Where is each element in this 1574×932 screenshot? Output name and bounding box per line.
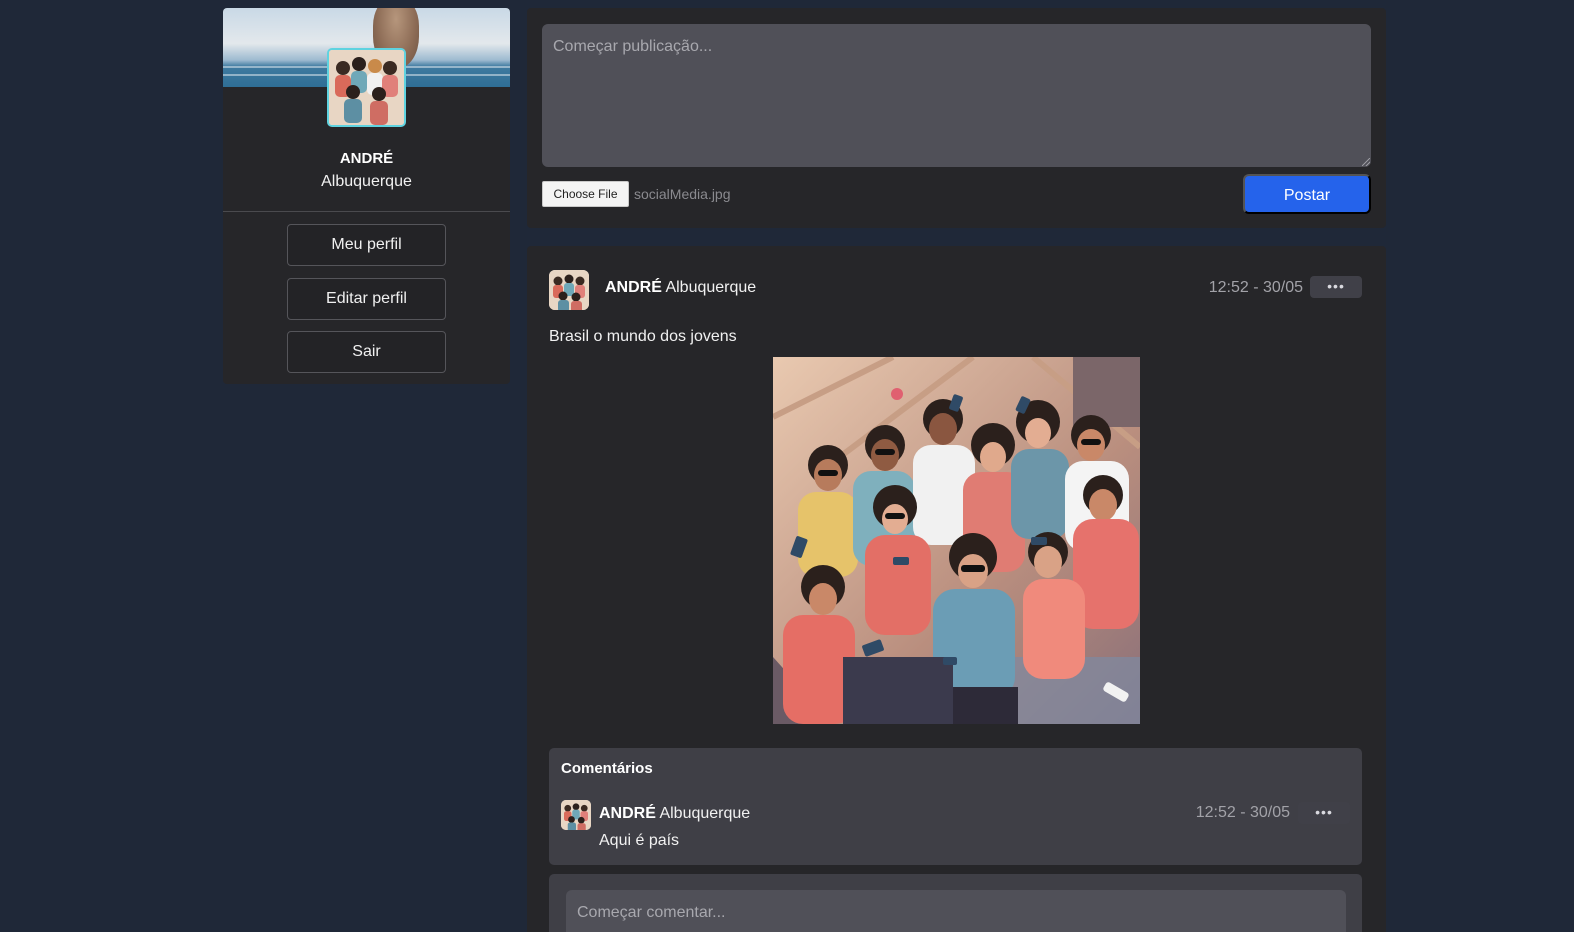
resize-handle-icon[interactable]	[1362, 158, 1370, 166]
profile-avatar[interactable]	[327, 48, 406, 127]
post-text: Brasil o mundo dos jovens	[549, 328, 737, 345]
profile-first-name: ANDRÉ	[339, 150, 394, 167]
my-profile-button[interactable]: Meu perfil	[287, 224, 446, 266]
post-text-input[interactable]: Começar publicação...	[542, 24, 1371, 167]
post-card: ANDRÉ Albuquerque 12:52 - 30/05 ••• Bras…	[527, 246, 1386, 932]
comments-title: Comentários	[561, 760, 653, 777]
comment-input[interactable]: Começar comentar...	[566, 890, 1346, 932]
post-author-first-name: ANDRÉ	[605, 279, 662, 296]
profile-card: ANDRÉ Albuquerque Meu perfil Editar perf…	[223, 8, 510, 384]
post-button[interactable]: Postar	[1243, 174, 1371, 214]
comment-author-name[interactable]: ANDRÉ Albuquerque	[599, 805, 750, 823]
post-composer: Começar publicação... Choose File social…	[527, 8, 1386, 228]
selected-file-name: socialMedia.jpg	[634, 186, 731, 202]
comment-author-avatar[interactable]	[561, 800, 591, 830]
edit-profile-button[interactable]: Editar perfil	[287, 278, 446, 320]
post-author-name[interactable]: ANDRÉ Albuquerque	[605, 279, 756, 297]
post-author-last-name: Albuquerque	[665, 279, 757, 296]
profile-last-name: Albuquerque	[321, 173, 412, 190]
post-author-avatar[interactable]	[549, 270, 589, 310]
post-timestamp: 12:52 - 30/05	[1208, 279, 1303, 296]
choose-file-button[interactable]: Choose File	[542, 181, 629, 207]
comment-author-last-name: Albuquerque	[659, 805, 751, 822]
comment-timestamp: 12:52 - 30/05	[1195, 804, 1290, 821]
comment-text: Aqui é país	[599, 832, 680, 849]
post-options-icon[interactable]: •••	[1310, 276, 1362, 298]
logout-button[interactable]: Sair	[287, 331, 446, 373]
comment-author-first-name: ANDRÉ	[599, 805, 656, 822]
profile-divider	[223, 211, 510, 212]
comment-options-icon[interactable]: •••	[1298, 802, 1350, 824]
comments-section: Comentários ANDRÉ Albuquerque 12:52 - 30…	[549, 748, 1362, 865]
comment-composer: Começar comentar...	[549, 874, 1362, 932]
post-image[interactable]	[773, 357, 1140, 724]
